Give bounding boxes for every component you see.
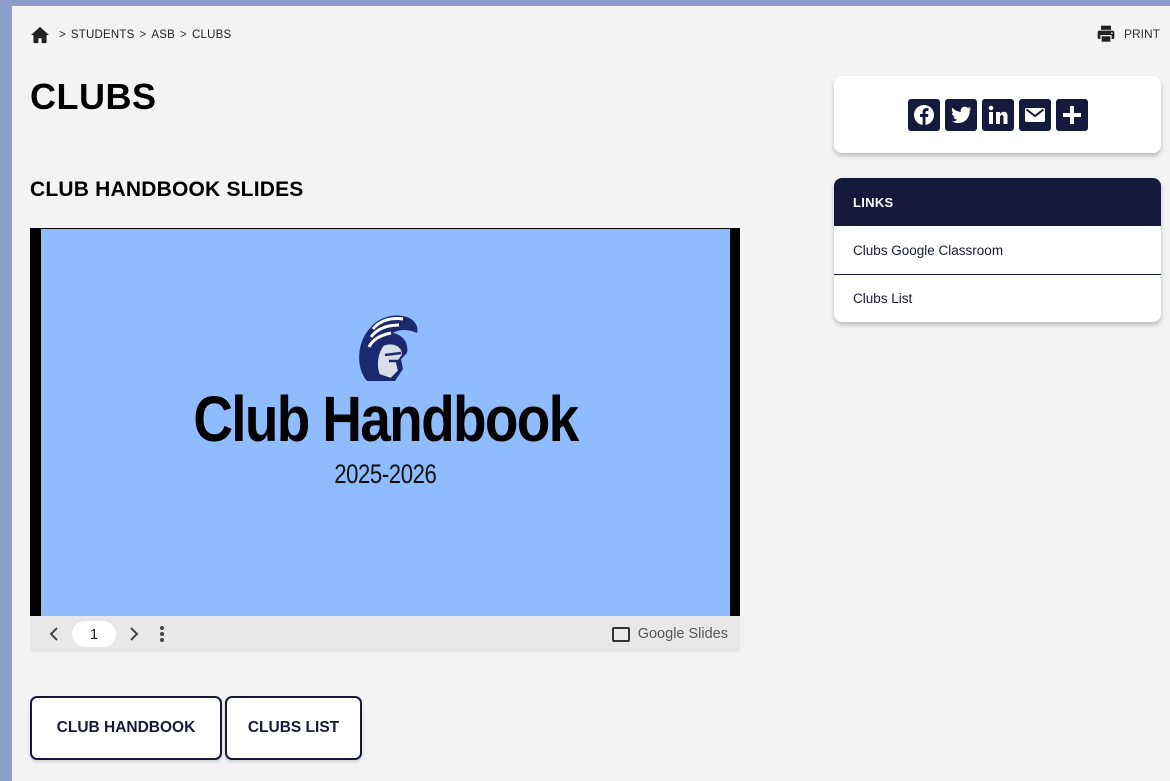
- breadcrumb-students[interactable]: STUDENTS: [71, 29, 135, 41]
- link-clubs-google-classroom[interactable]: Clubs Google Classroom: [834, 226, 1161, 274]
- clubs-list-button[interactable]: CLUBS LIST: [225, 696, 362, 760]
- links-header: LINKS: [834, 178, 1161, 226]
- slide-canvas[interactable]: Club Handbook 2025-2026: [41, 229, 730, 616]
- printer-icon: [1097, 25, 1115, 43]
- email-icon[interactable]: [1018, 98, 1051, 131]
- breadcrumb: > STUDENTS > ASB > CLUBS: [30, 26, 231, 44]
- twitter-icon[interactable]: [944, 98, 977, 131]
- breadcrumb-separator: >: [180, 29, 187, 41]
- links-card: LINKS Clubs Google Classroom Clubs List: [834, 178, 1161, 322]
- previous-slide-button[interactable]: [40, 620, 68, 648]
- slides-more-button[interactable]: [148, 620, 176, 648]
- link-clubs-list[interactable]: Clubs List: [834, 274, 1161, 322]
- section-title: CLUB HANDBOOK SLIDES: [30, 178, 304, 201]
- print-label: PRINT: [1124, 27, 1160, 41]
- breadcrumb-separator: >: [59, 29, 66, 41]
- facebook-icon[interactable]: [907, 98, 940, 131]
- slides-embed[interactable]: Club Handbook 2025-2026 1 Google Slides: [30, 228, 740, 652]
- chevron-right-icon: [130, 627, 139, 641]
- page: > STUDENTS > ASB > CLUBS PRINT CLUBS CLU…: [12, 6, 1170, 781]
- next-slide-button[interactable]: [120, 620, 148, 648]
- share-card: [834, 76, 1161, 153]
- google-slides-icon: [611, 626, 630, 642]
- trojan-mascot-logo: [358, 315, 418, 381]
- club-handbook-button[interactable]: CLUB HANDBOOK: [30, 696, 222, 760]
- page-title: CLUBS: [30, 76, 157, 117]
- plus-icon[interactable]: [1055, 98, 1088, 131]
- breadcrumb-separator: >: [139, 29, 147, 41]
- slide-subtitle: 2025-2026: [334, 459, 437, 489]
- home-icon[interactable]: [30, 26, 50, 44]
- google-slides-label: Google Slides: [637, 626, 728, 642]
- breadcrumb-asb[interactable]: ASB: [151, 29, 175, 41]
- slide-page-indicator[interactable]: 1: [72, 621, 116, 647]
- slides-toolbar: 1 Google Slides: [30, 616, 740, 652]
- google-slides-link[interactable]: Google Slides: [611, 626, 728, 642]
- breadcrumb-clubs[interactable]: CLUBS: [192, 29, 231, 41]
- linkedin-icon[interactable]: [981, 98, 1014, 131]
- more-vert-icon: [160, 626, 164, 642]
- print-button[interactable]: PRINT: [1096, 24, 1160, 44]
- chevron-left-icon: [49, 627, 58, 641]
- slide-title: Club Handbook: [193, 383, 579, 455]
